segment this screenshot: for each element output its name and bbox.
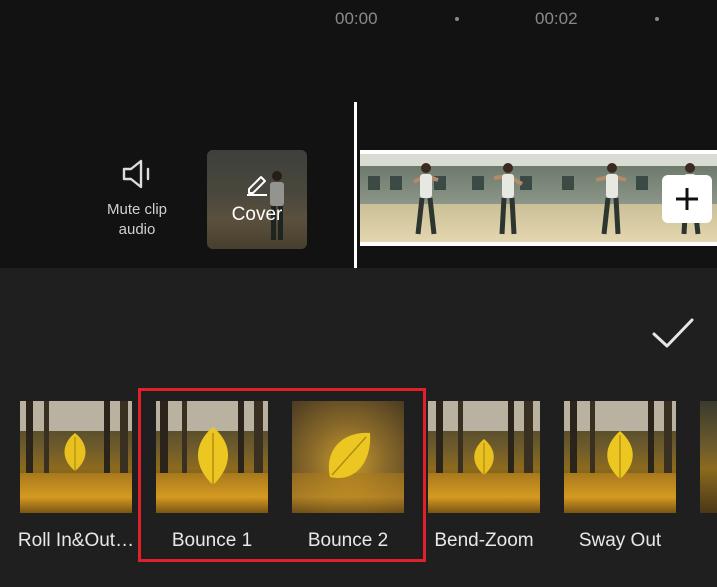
timecode-start: 00:00 (335, 9, 378, 28)
animation-sway-out[interactable]: Sway Out (564, 401, 676, 551)
speaker-icon (122, 159, 150, 189)
animation-label: Roll In&Out… (17, 530, 135, 551)
animation-thumbnail (564, 401, 676, 513)
timecode-2s: 00:02 (535, 9, 578, 28)
plus-icon (676, 188, 698, 210)
timeline-tick-dot (655, 17, 659, 21)
animation-label: Bend-Zoom (434, 530, 534, 551)
timeline-area: 00:00 00:02 Mute clip audio Cover (0, 0, 717, 268)
clip-frame (556, 154, 654, 242)
animation-thumbnail (700, 401, 717, 513)
animation-next-partial[interactable] (700, 401, 717, 513)
cover-label: Cover (231, 204, 283, 225)
cover-button[interactable]: Cover (207, 150, 307, 249)
animation-roll-in-out[interactable]: Roll In&Out… (18, 401, 134, 551)
animation-label: Sway Out (578, 530, 662, 551)
pencil-icon (247, 176, 267, 196)
mute-clip-audio-button[interactable]: Mute clip audio (96, 158, 178, 240)
clip-frame (360, 154, 458, 242)
animation-bend-zoom[interactable]: Bend-Zoom (428, 401, 540, 551)
animation-thumbnail (20, 401, 132, 513)
timeline-tick-dot (455, 17, 459, 21)
mute-clip-audio-label: Mute clip audio (106, 201, 168, 238)
selection-highlight (138, 388, 426, 562)
checkmark-icon[interactable] (650, 316, 696, 352)
add-clip-button[interactable] (662, 175, 712, 223)
clip-frame (458, 154, 556, 242)
animation-thumbnail (428, 401, 540, 513)
playhead[interactable] (354, 102, 357, 268)
